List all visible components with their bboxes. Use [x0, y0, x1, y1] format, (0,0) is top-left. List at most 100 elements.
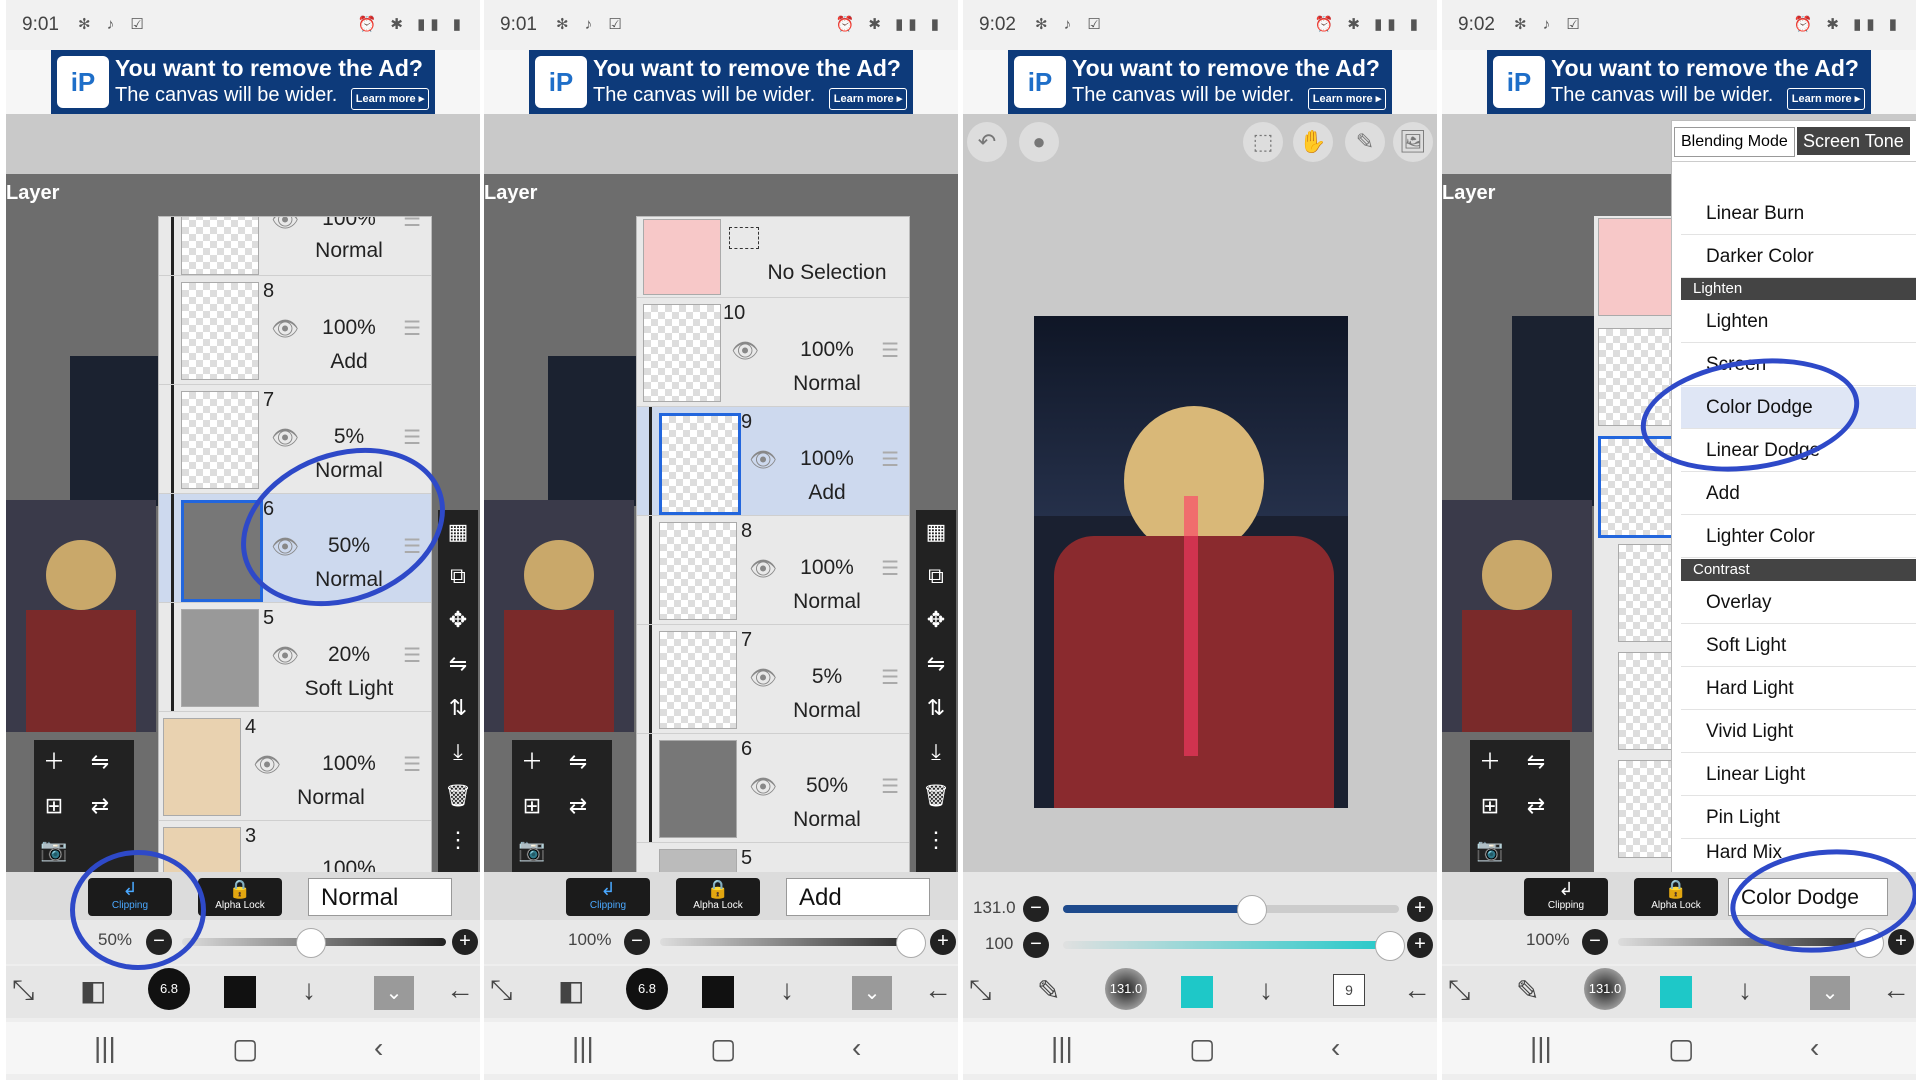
transform-icon[interactable]: ⇄	[558, 786, 598, 826]
menu-item-linear-burn[interactable]: Linear Burn	[1681, 193, 1916, 235]
ad-banner[interactable]: iP You want to remove the Ad? The canvas…	[1442, 50, 1916, 114]
eye-icon[interactable]: 👁	[749, 556, 777, 582]
eye-icon[interactable]: 👁	[271, 316, 299, 342]
flip-layer-icon[interactable]: ⇋	[80, 742, 120, 782]
more-icon[interactable]: ⋮	[438, 818, 478, 862]
image-icon[interactable]: 🖼	[1393, 122, 1433, 162]
layer-thumbnail[interactable]	[659, 631, 737, 729]
brush-size-indicator[interactable]: 6.8	[626, 968, 668, 1010]
drag-handle-icon[interactable]: ☰	[403, 752, 421, 777]
brush-opacity-slider[interactable]	[1063, 941, 1399, 949]
arrow-down-icon[interactable]: ↓	[1259, 974, 1273, 1006]
rotate-icon[interactable]: ⇅	[916, 686, 956, 730]
menu-item-hard-light[interactable]: Hard Light	[1681, 668, 1916, 710]
menu-item-vivid-light[interactable]: Vivid Light	[1681, 711, 1916, 753]
learn-more-button[interactable]: Learn more ▸	[1308, 88, 1386, 110]
layer-thumbnail[interactable]	[659, 740, 737, 838]
arrow-down-icon[interactable]: ↓	[302, 974, 316, 1006]
minus-icon[interactable]: −	[624, 929, 650, 955]
delete-icon[interactable]: 🗑	[916, 774, 956, 818]
flip-icon[interactable]: ⇋	[916, 642, 956, 686]
minus-icon[interactable]: −	[1023, 896, 1049, 922]
layer-thumbnail[interactable]	[163, 718, 241, 816]
drag-handle-icon[interactable]: ☰	[403, 425, 421, 450]
drag-handle-icon[interactable]: ☰	[403, 643, 421, 668]
color-swatch[interactable]	[1181, 976, 1213, 1008]
layer-row[interactable]: 6 👁 50% Normal ☰	[637, 734, 909, 843]
back-arrow-icon[interactable]: ←	[1403, 974, 1431, 1006]
back-icon[interactable]: ‹	[1810, 1032, 1819, 1064]
layers-toggle-icon[interactable]: ⌄	[852, 976, 892, 1010]
plus-icon[interactable]: +	[1407, 932, 1433, 958]
minus-icon[interactable]: −	[1582, 929, 1608, 955]
ruler-icon[interactable]: ✎	[1345, 122, 1385, 162]
alpha-lock-button[interactable]: 🔒 Alpha Lock	[676, 878, 760, 916]
tab-screen-tone[interactable]: Screen Tone	[1797, 127, 1910, 155]
color-swatch[interactable]	[702, 976, 734, 1008]
ad-banner[interactable]: iP You want to remove the Ad? The canvas…	[484, 50, 958, 114]
home-icon[interactable]: ▢	[232, 1032, 258, 1065]
ad-banner[interactable]: iP You want to remove the Ad? The canvas…	[6, 50, 480, 114]
brush-size-slider[interactable]	[1063, 905, 1399, 913]
arrow-down-icon[interactable]: ↓	[1738, 974, 1752, 1006]
transform-icon[interactable]: ⇄	[1516, 786, 1556, 826]
add-layer-icon[interactable]: ＋	[34, 742, 74, 782]
layer-thumbnail[interactable]	[659, 413, 741, 515]
layer-row[interactable]: 👁 100% Normal ☰	[159, 217, 431, 276]
back-icon[interactable]: ‹	[852, 1032, 861, 1064]
drag-handle-icon[interactable]: ☰	[403, 217, 421, 232]
layer-list[interactable]: No Selection 10 👁 100% Normal ☰ 9 👁 100%…	[636, 216, 910, 874]
add-special-layer-icon[interactable]: ⊞	[512, 786, 552, 826]
brush-size-indicator[interactable]: 131.0	[1105, 968, 1147, 1010]
drag-handle-icon[interactable]: ☰	[881, 338, 899, 363]
flip-layer-icon[interactable]: ⇋	[1516, 742, 1556, 782]
eye-icon[interactable]: 👁	[749, 774, 777, 800]
layer-row[interactable]: 8 👁 100% Add ☰	[159, 276, 431, 385]
layers-toggle-icon[interactable]: ⌄	[1810, 976, 1850, 1010]
layer-row-selected[interactable]: 9 👁 100% Add ☰	[637, 407, 909, 516]
transform-tool-icon[interactable]: ⤡	[969, 974, 991, 1007]
learn-more-button[interactable]: Learn more ▸	[829, 88, 907, 110]
recents-icon[interactable]: |||	[1530, 1032, 1552, 1064]
brush-size-knob[interactable]	[1237, 895, 1267, 925]
flip-icon[interactable]: ⇋	[438, 642, 478, 686]
transform-icon[interactable]: ⇄	[80, 786, 120, 826]
camera-icon[interactable]: 📷	[1470, 830, 1510, 870]
ad-content[interactable]: iP You want to remove the Ad? The canvas…	[529, 50, 913, 114]
menu-item-darker-color[interactable]: Darker Color	[1681, 236, 1916, 278]
selection-layer-thumbnail[interactable]	[643, 219, 721, 295]
merge-down-icon[interactable]: ⤓	[438, 730, 478, 774]
eye-icon[interactable]: 👁	[749, 665, 777, 691]
opacity-slider[interactable]	[660, 938, 924, 946]
recents-icon[interactable]: |||	[1051, 1032, 1073, 1064]
eye-icon[interactable]: 👁	[271, 643, 299, 669]
drag-handle-icon[interactable]: ☰	[881, 774, 899, 799]
layer-thumbnail[interactable]	[181, 282, 259, 380]
layer-row[interactable]: 5 👁 20% Soft Light ☰	[159, 603, 431, 712]
artwork-canvas[interactable]	[1034, 316, 1348, 808]
menu-item-add[interactable]: Add	[1681, 473, 1916, 515]
blend-mode-select[interactable]: Normal	[308, 878, 452, 916]
clipping-button[interactable]: ↲ Clipping	[1524, 878, 1608, 916]
menu-item-lighten[interactable]: Lighten	[1681, 301, 1916, 343]
opacity-slider-knob[interactable]	[296, 928, 326, 958]
opacity-slider-knob[interactable]	[896, 928, 926, 958]
add-special-layer-icon[interactable]: ⊞	[34, 786, 74, 826]
merge-icon[interactable]: ⧉	[916, 554, 956, 598]
flip-layer-icon[interactable]: ⇋	[558, 742, 598, 782]
alpha-lock-button[interactable]: 🔒 Alpha Lock	[1634, 878, 1718, 916]
eye-icon[interactable]: 👁	[271, 425, 299, 451]
home-icon[interactable]: ▢	[1668, 1032, 1694, 1065]
minus-icon[interactable]: −	[1023, 932, 1049, 958]
more-icon[interactable]: ⋮	[916, 818, 956, 862]
layer-thumbnail[interactable]	[1598, 218, 1676, 316]
eye-icon[interactable]: 👁	[731, 338, 759, 364]
recents-icon[interactable]: |||	[572, 1032, 594, 1064]
hand-icon[interactable]: ✋	[1293, 122, 1333, 162]
brush-size-indicator[interactable]: 6.8	[148, 968, 190, 1010]
layer-row[interactable]: 4 👁 100% Normal ☰	[159, 712, 431, 821]
layers-toggle-icon[interactable]: ⌄	[374, 976, 414, 1010]
move-icon[interactable]: ✥	[438, 598, 478, 642]
layer-row[interactable]: 5	[637, 843, 909, 873]
plus-icon[interactable]: +	[930, 929, 956, 955]
